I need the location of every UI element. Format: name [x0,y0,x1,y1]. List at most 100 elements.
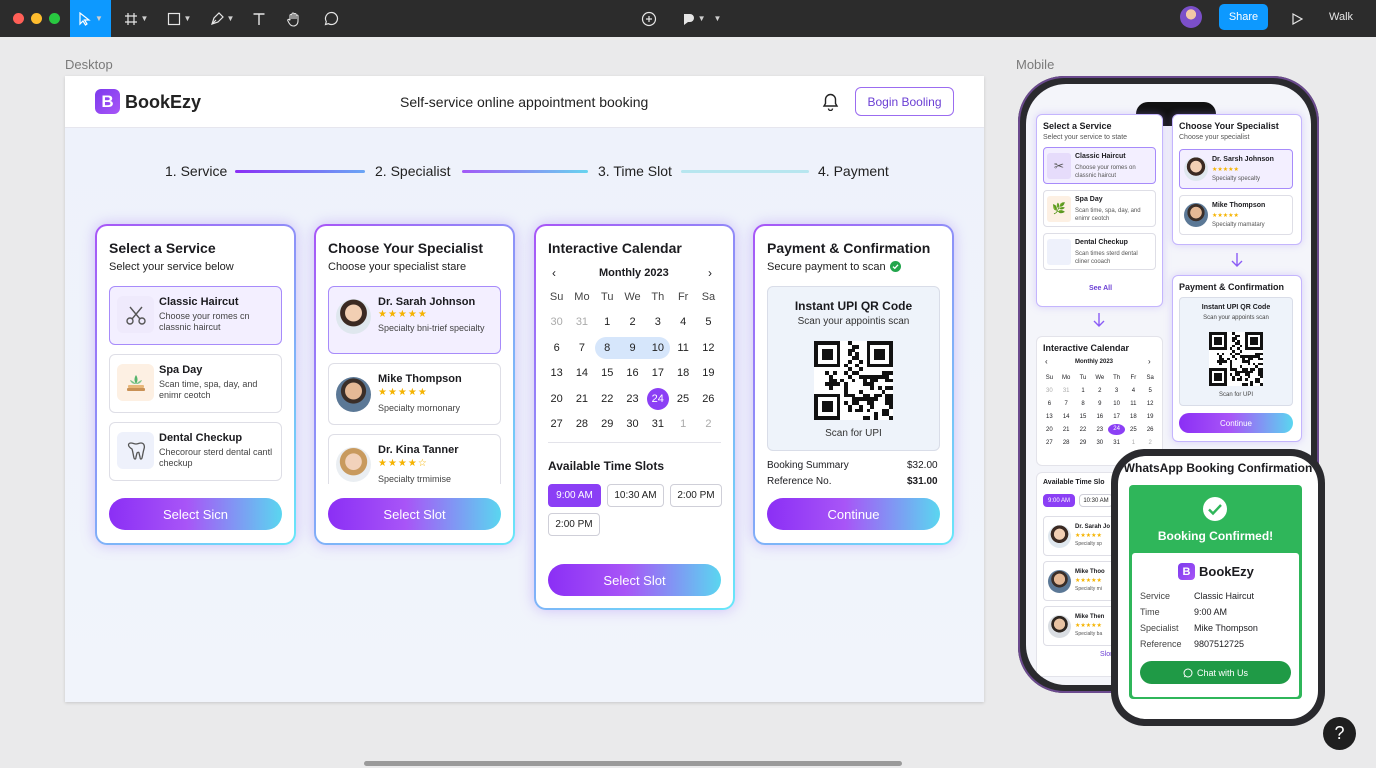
mobile-calendar-day[interactable]: 18 [1125,414,1142,420]
calendar-day[interactable]: 26 [696,393,721,405]
calendar-day[interactable]: 2 [696,418,721,430]
calendar-day[interactable]: 15 [595,367,620,379]
mobile-specialist-option[interactable]: Dr. Sarsh Johnson ★★★★★ Specialty specal… [1179,149,1293,189]
mobile-calendar-day[interactable]: 28 [1058,440,1075,446]
mobile-calendar-day[interactable]: 30 [1091,440,1108,446]
step-time-slot[interactable]: 3. Time Slot [598,163,672,179]
move-tool-button[interactable]: ▼ [70,0,111,37]
calendar-day[interactable]: 5 [696,316,721,328]
calendar-day[interactable]: 10 [645,336,671,359]
calendar-day[interactable]: 9 [619,336,646,359]
mobile-calendar-day[interactable]: 17 [1108,414,1125,420]
calendar-day[interactable]: 27 [544,418,569,430]
mobile-calendar-day[interactable]: 22 [1075,427,1092,433]
walk-label[interactable]: Walk [1329,11,1353,23]
calendar-day[interactable]: 3 [645,316,670,328]
mobile-calendar-day[interactable]: 29 [1075,440,1092,446]
calendar-day[interactable]: 31 [645,418,670,430]
calendar-day[interactable]: 29 [595,418,620,430]
mobile-calendar-day[interactable]: 12 [1142,401,1159,407]
see-all-link[interactable]: See All [1037,285,1164,292]
desktop-frame-label[interactable]: Desktop [65,57,113,72]
mobile-calendar-day[interactable]: 8 [1075,401,1092,407]
time-slot-option[interactable]: 9:00 AM [548,484,601,507]
step-specialist[interactable]: 2. Specialist [375,163,450,179]
calendar-day[interactable]: 19 [696,367,721,379]
bell-icon[interactable] [822,93,839,111]
mobile-calendar-day[interactable]: 19 [1142,414,1159,420]
mobile-calendar-day[interactable]: 15 [1075,414,1092,420]
mobile-calendar-day[interactable]: 26 [1142,427,1159,433]
step-payment[interactable]: 4. Payment [818,163,889,179]
service-option-haircut[interactable]: Classic Haircut Choose your romes cn cla… [109,286,282,345]
calendar-day[interactable]: 8 [594,336,620,359]
mobile-time-slot[interactable]: 9:00 AM [1043,494,1075,507]
calendar-day[interactable]: 4 [670,316,695,328]
mobile-calendar-day[interactable]: 31 [1058,388,1075,394]
service-option-spa[interactable]: Spa Day Scan time, spa, day, and enimr c… [109,354,282,413]
calendar-day[interactable]: 2 [620,316,645,328]
pen-tool-button[interactable]: ▼ [205,0,239,37]
calendar-day[interactable]: 6 [544,342,569,354]
shape-tool-button[interactable]: ▼ [162,0,196,37]
share-button[interactable]: Share [1219,4,1268,30]
select-time-slot-button[interactable]: Select Slot [548,564,721,596]
mobile-calendar-day[interactable]: 20 [1041,427,1058,433]
frame-tool-button[interactable]: ▼ [119,0,153,37]
mobile-calendar-day[interactable]: 14 [1058,414,1075,420]
hand-tool-button[interactable] [283,0,305,37]
mobile-calendar-day[interactable]: 10 [1108,401,1125,407]
mobile-calendar-day[interactable]: 24 [1108,424,1125,435]
calendar-day[interactable]: 13 [544,367,569,379]
mobile-service-option[interactable]: ✂ Classic Haircut Choose your romes on c… [1043,147,1156,184]
calendar-day[interactable]: 25 [670,393,695,405]
time-slot-option[interactable]: 10:30 AM [607,484,664,507]
mobile-calendar-day[interactable]: 2 [1091,388,1108,394]
mobile-calendar-day[interactable]: 3 [1108,388,1125,394]
mobile-specialist-option[interactable]: Mike Thompson ★★★★★ Specialty mamatary [1179,195,1293,235]
close-window-button[interactable] [13,13,24,24]
time-slot-option[interactable]: 2:00 PM [670,484,722,507]
prev-month-icon[interactable]: ‹ [552,266,556,280]
maximize-window-button[interactable] [49,13,60,24]
prev-month-icon[interactable]: ‹ [1045,357,1048,366]
calendar-day[interactable]: 28 [569,418,594,430]
calendar-day[interactable]: 30 [620,418,645,430]
mobile-calendar-day[interactable]: 4 [1125,388,1142,394]
mobile-calendar-day[interactable]: 1 [1125,440,1142,446]
continue-button[interactable]: Continue [767,498,940,530]
mobile-calendar-day[interactable]: 31 [1108,440,1125,446]
fill-options-button[interactable]: ▼ ▼ [676,0,726,37]
calendar-day[interactable]: 7 [569,342,594,354]
specialist-option-sarah[interactable]: Dr. Sarah Johnson ★★★★★ Specialty bni-tr… [328,286,501,354]
mobile-calendar-day[interactable]: 25 [1125,427,1142,433]
calendar-day[interactable]: 30 [544,316,569,328]
mobile-continue-button[interactable]: Continue [1179,413,1293,433]
mobile-service-option[interactable]: Dental Checkup Scan times sterd dental c… [1043,233,1156,270]
calendar-day[interactable]: 1 [670,418,695,430]
next-month-icon[interactable]: › [1148,357,1151,366]
components-button[interactable] [638,0,660,37]
calendar-day[interactable]: 24 [646,387,669,410]
mobile-time-slot[interactable]: 10:30 AM [1079,494,1113,507]
user-avatar[interactable] [1180,6,1202,28]
horizontal-scrollbar[interactable] [364,761,902,766]
help-button[interactable]: ? [1323,717,1356,750]
mobile-calendar-day[interactable]: 2 [1142,440,1159,446]
mobile-calendar-day[interactable]: 5 [1142,388,1159,394]
mobile-calendar-day[interactable]: 1 [1075,388,1092,394]
calendar-day[interactable]: 16 [620,367,645,379]
mobile-calendar-day[interactable]: 7 [1058,401,1075,407]
mobile-calendar-day[interactable]: 23 [1091,427,1108,433]
specialist-option-mike[interactable]: Mike Thompson ★★★★★ Specialty mornonary [328,363,501,425]
mobile-calendar-day[interactable]: 27 [1041,440,1058,446]
calendar-day[interactable]: 31 [569,316,594,328]
text-tool-button[interactable] [248,0,270,37]
step-service[interactable]: 1. Service [165,163,227,179]
time-slot-option[interactable]: 2:00 PM [548,513,600,536]
comment-tool-button[interactable] [320,0,342,37]
mobile-calendar-day[interactable]: 6 [1041,401,1058,407]
calendar-day[interactable]: 20 [544,393,569,405]
mobile-calendar-day[interactable]: 16 [1091,414,1108,420]
calendar-day[interactable]: 17 [645,367,670,379]
